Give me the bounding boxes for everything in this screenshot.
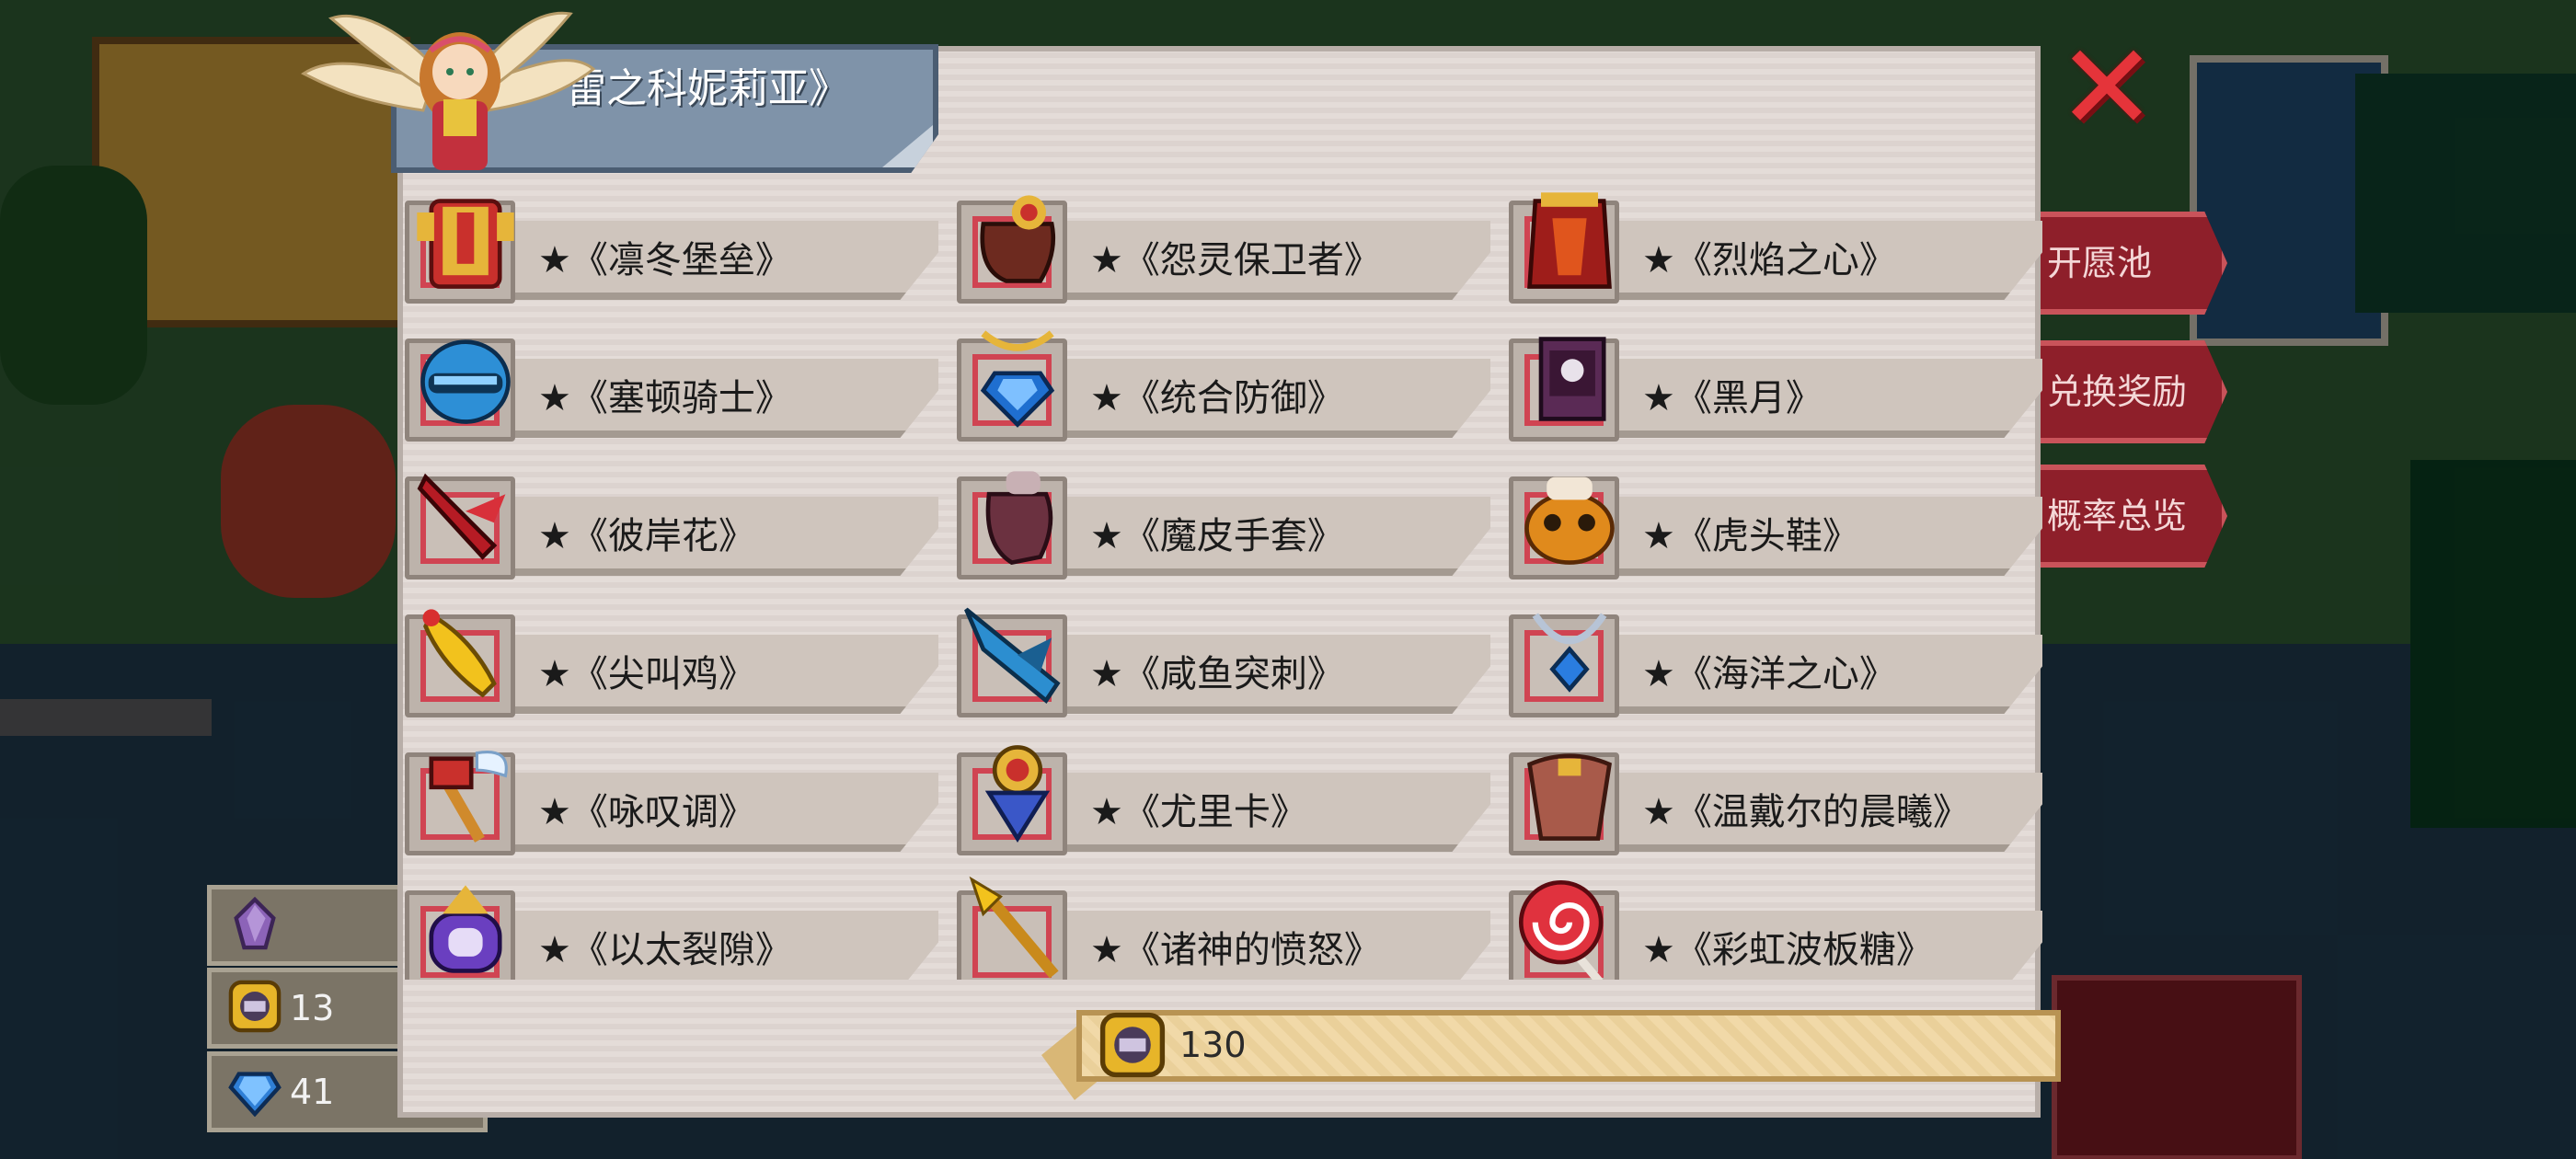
swordfish-icon [964, 607, 1061, 705]
item-card[interactable]: ★《统合防御》 [957, 322, 1500, 442]
item-card[interactable]: ★《凛冬堡垒》 [405, 184, 948, 304]
item-name: ★《怨灵保卫者》 [1090, 239, 1381, 281]
item-card[interactable]: ★《虎头鞋》 [1509, 460, 2042, 580]
item-grid[interactable]: ★《凛冬堡垒》 ★《怨灵保卫者》 ★《烈焰之心》 ★《塞顿骑士》 ★《统合防御》… [405, 184, 2042, 980]
item-name: ★《咸鱼突刺》 [1090, 653, 1344, 695]
purple-crystal-icon [234, 897, 276, 950]
item-name: ★《尤里卡》 [1090, 791, 1307, 833]
wendel-cloak-icon [1527, 753, 1612, 841]
red-blade-icon [417, 473, 506, 560]
item-card[interactable]: ★《以太裂隙》 [405, 874, 948, 980]
item-name: ★《以太裂隙》 [538, 929, 792, 971]
winter-fortress-armor-icon [417, 199, 514, 289]
eureka-crest-icon [984, 745, 1051, 843]
ocean-heart-necklace-icon [1532, 613, 1607, 693]
item-card[interactable]: ★《彼岸花》 [405, 460, 948, 580]
side-menu-exchange-rewards[interactable]: 兑换奖励 [2038, 340, 2227, 443]
item-name: ★《凛冬堡垒》 [538, 239, 792, 281]
dark-book-icon [1538, 337, 1606, 421]
side-menu-label: 兑换奖励 [2047, 372, 2188, 412]
item-name: ★《咏叹调》 [538, 791, 755, 833]
close-button[interactable]: ✕ [2052, 28, 2162, 147]
lollipop-icon [1518, 879, 1604, 980]
item-card[interactable]: ★《尖叫鸡》 [405, 598, 948, 717]
blue-gem-amulet-icon [980, 330, 1055, 428]
item-name: ★《诸神的愤怒》 [1090, 929, 1381, 971]
knight-helmet-icon [420, 339, 511, 424]
rubber-chicken-icon [422, 609, 497, 698]
item-card[interactable]: ★《咏叹调》 [405, 736, 948, 855]
tiger-shoe-icon [1524, 476, 1615, 565]
side-menu-wish-pool[interactable]: 开愿池 [2038, 212, 2227, 315]
flame-heart-armor-icon [1527, 192, 1612, 289]
item-card[interactable]: ★《黑月》 [1509, 322, 2042, 442]
item-card[interactable]: ★《彩虹波板糖》 [1509, 874, 2042, 980]
item-card[interactable]: ★《尤里卡》 [957, 736, 1500, 855]
item-card[interactable]: ★《海洋之心》 [1509, 598, 2042, 717]
side-menu-probability-overview[interactable]: 概率总览 [2038, 465, 2227, 568]
item-card[interactable]: ★《诸神的愤怒》 [957, 874, 1500, 980]
item-name: ★《黑月》 [1642, 377, 1823, 419]
wraith-guardian-glove-icon [980, 195, 1056, 283]
item-card[interactable]: ★《温戴尔的晨曦》 [1509, 736, 2042, 855]
item-card[interactable]: ★《咸鱼突刺》 [957, 598, 1500, 717]
cost-value: 130 [1179, 1025, 1247, 1065]
item-name: ★《尖叫鸡》 [538, 653, 755, 695]
item-card[interactable]: ★《怨灵保卫者》 [957, 184, 1500, 304]
item-name: ★《温戴尔的晨曦》 [1642, 791, 1970, 833]
blue-gem-icon [228, 1072, 282, 1117]
item-name: ★《魔皮手套》 [1090, 515, 1344, 557]
gacha-coin-icon [1099, 1012, 1166, 1078]
winged-hammer-icon [429, 751, 508, 843]
item-name: ★《彼岸花》 [538, 515, 755, 557]
angel-character-portrait [301, 11, 596, 170]
gacha-coin-icon [228, 980, 282, 1033]
demon-glove-icon [985, 471, 1053, 566]
ether-ring-icon [429, 885, 502, 973]
item-name: ★《彩虹波板糖》 [1642, 929, 1933, 971]
side-menu-label: 开愿池 [2047, 243, 2153, 283]
item-card[interactable]: ★《烈焰之心》 [1509, 184, 2042, 304]
golden-spear-icon [969, 876, 1059, 979]
item-card[interactable]: ★《魔皮手套》 [957, 460, 1500, 580]
close-x-icon: ✕ [2056, 17, 2157, 157]
item-name: ★《虎头鞋》 [1642, 515, 1859, 557]
item-name: ★《海洋之心》 [1642, 653, 1896, 695]
item-name: ★《烈焰之心》 [1642, 239, 1896, 281]
item-name: ★《塞顿骑士》 [538, 377, 792, 419]
side-menu-label: 概率总览 [2047, 496, 2188, 536]
item-name: ★《统合防御》 [1090, 377, 1344, 419]
dialog-title: 雷之科妮莉亚》 [566, 65, 849, 112]
item-card[interactable]: ★《塞顿骑士》 [405, 322, 948, 442]
